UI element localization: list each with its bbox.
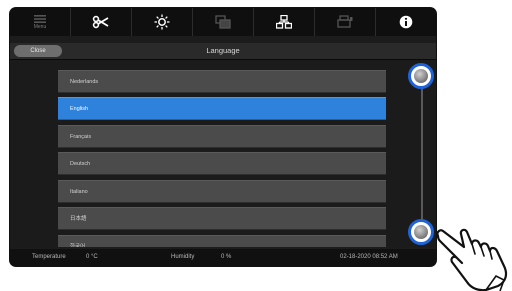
menu-button[interactable]: Menu — [10, 8, 71, 36]
language-item-italiano[interactable]: Italiano — [58, 180, 386, 203]
close-button[interactable]: Close — [14, 45, 62, 57]
language-item-deutsch[interactable]: Deutsch — [58, 152, 386, 175]
page-title: Language — [206, 46, 240, 55]
top-toolbar: Menu — [10, 8, 436, 36]
print-button[interactable] — [315, 8, 376, 36]
scroll-down-button[interactable] — [414, 225, 428, 239]
language-item-korean[interactable]: 한국어 — [58, 235, 386, 247]
temperature-value: 0 °C — [86, 254, 98, 260]
language-item-nederlands[interactable]: Nederlands — [58, 70, 386, 93]
status-bar: Temperature 0 °C Humidity 0 % 02-18-2020… — [10, 249, 436, 266]
language-item-english[interactable]: English — [58, 97, 386, 120]
info-icon — [399, 15, 413, 29]
copy-icon — [215, 15, 231, 29]
maintenance-button[interactable] — [71, 8, 132, 36]
language-item-japanese[interactable]: 日本語 — [58, 207, 386, 230]
info-button[interactable] — [376, 8, 436, 36]
language-item-francais[interactable]: Français — [58, 125, 386, 148]
language-panel: Nederlands English Français Deutsch Ital… — [10, 60, 436, 247]
scrollbar-track[interactable] — [421, 78, 423, 226]
datetime-display: 02-18-2020 08:52 AM — [340, 254, 398, 260]
network-icon — [276, 15, 292, 29]
copy-button[interactable] — [193, 8, 254, 36]
pointing-hand-icon — [436, 228, 508, 291]
maintenance-icon — [92, 15, 109, 29]
network-button[interactable] — [254, 8, 315, 36]
header-bar: Close Language — [10, 43, 436, 60]
temperature-label: Temperature — [32, 254, 66, 260]
light-button[interactable] — [132, 8, 193, 36]
humidity-value: 0 % — [221, 254, 232, 260]
light-icon — [154, 14, 170, 30]
menu-caption: Menu — [33, 24, 47, 30]
print-icon — [337, 15, 353, 28]
humidity-label: Humidity — [171, 254, 195, 260]
scroll-up-button[interactable] — [414, 69, 428, 83]
printer-panel-screen: Menu Close Language Nederlands English F… — [10, 8, 436, 266]
menu-icon — [34, 15, 46, 23]
